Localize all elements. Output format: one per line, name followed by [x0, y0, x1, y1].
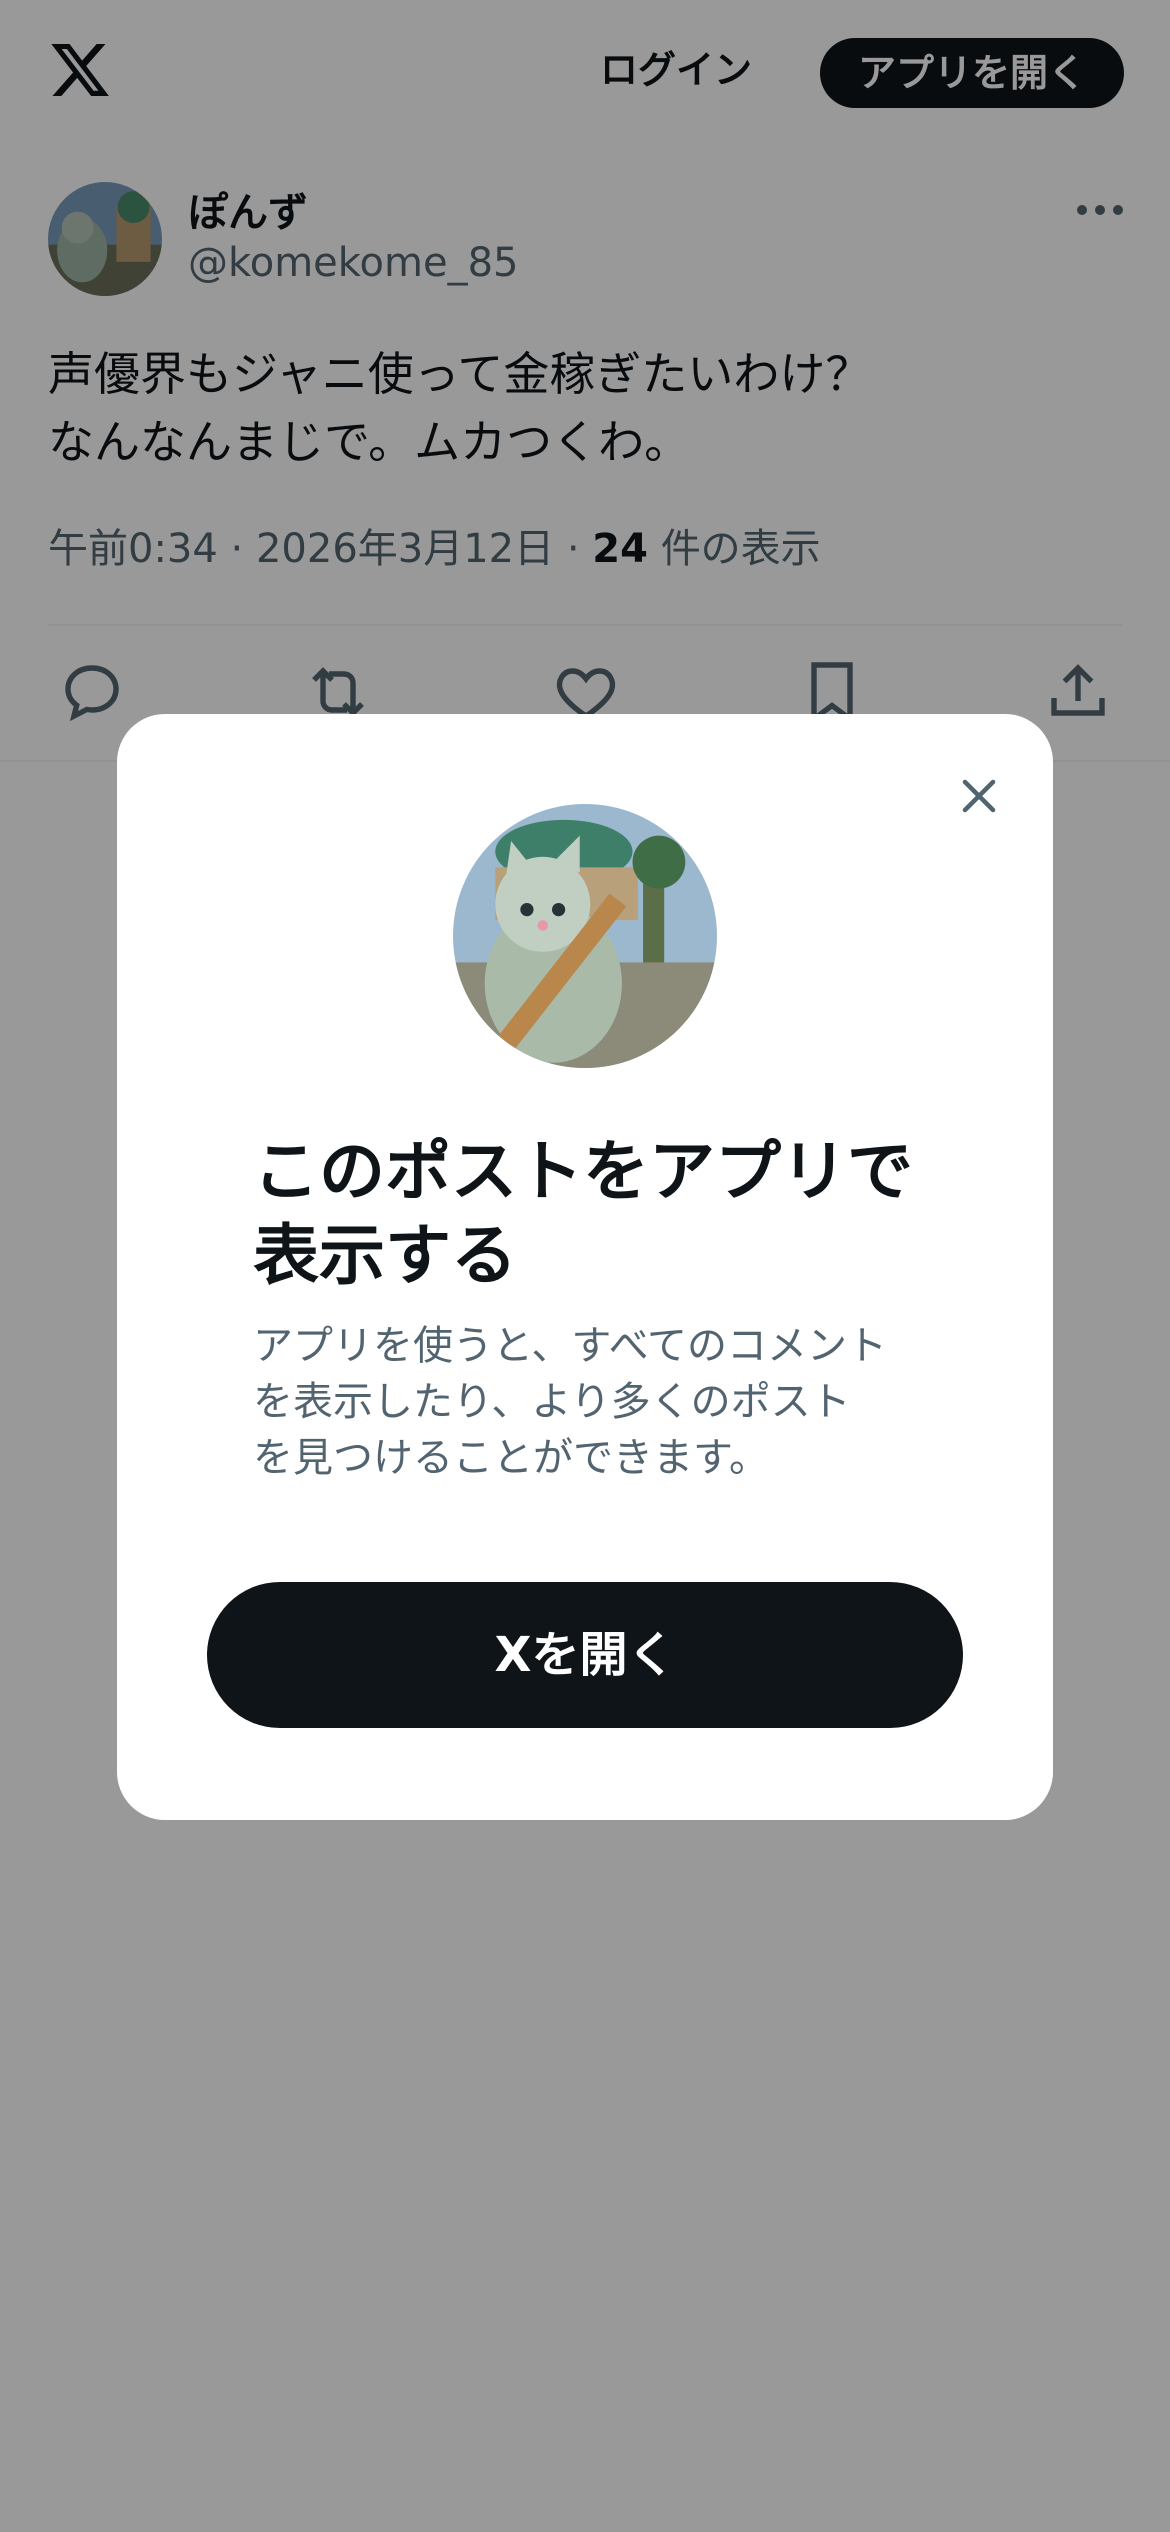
dialog-description-line: を見つけることができます。	[253, 1435, 769, 1481]
dialog-title-line: 表示する	[253, 1217, 517, 1294]
page: ログイン アプリを開く ぽんず @komekome_85 声優界もジャニ使って金…	[0, 0, 1170, 2532]
dialog-description: アプリを使うと、すべてのコメント を表示したり、より多くのポスト を見つけること…	[253, 1318, 953, 1486]
dialog-description-line: を表示したり、より多くのポスト	[253, 1379, 851, 1425]
profile-avatar	[453, 804, 717, 1068]
close-icon[interactable]	[947, 764, 1011, 828]
dialog-title-line: このポストをアプリで	[253, 1133, 913, 1210]
dialog-title: このポストをアプリで 表示する	[253, 1130, 953, 1298]
open-x-button[interactable]: Xを開く	[207, 1582, 963, 1728]
open-in-app-dialog: このポストをアプリで 表示する アプリを使うと、すべてのコメント を表示したり、…	[117, 714, 1053, 1820]
dialog-description-line: アプリを使うと、すべてのコメント	[253, 1323, 887, 1369]
